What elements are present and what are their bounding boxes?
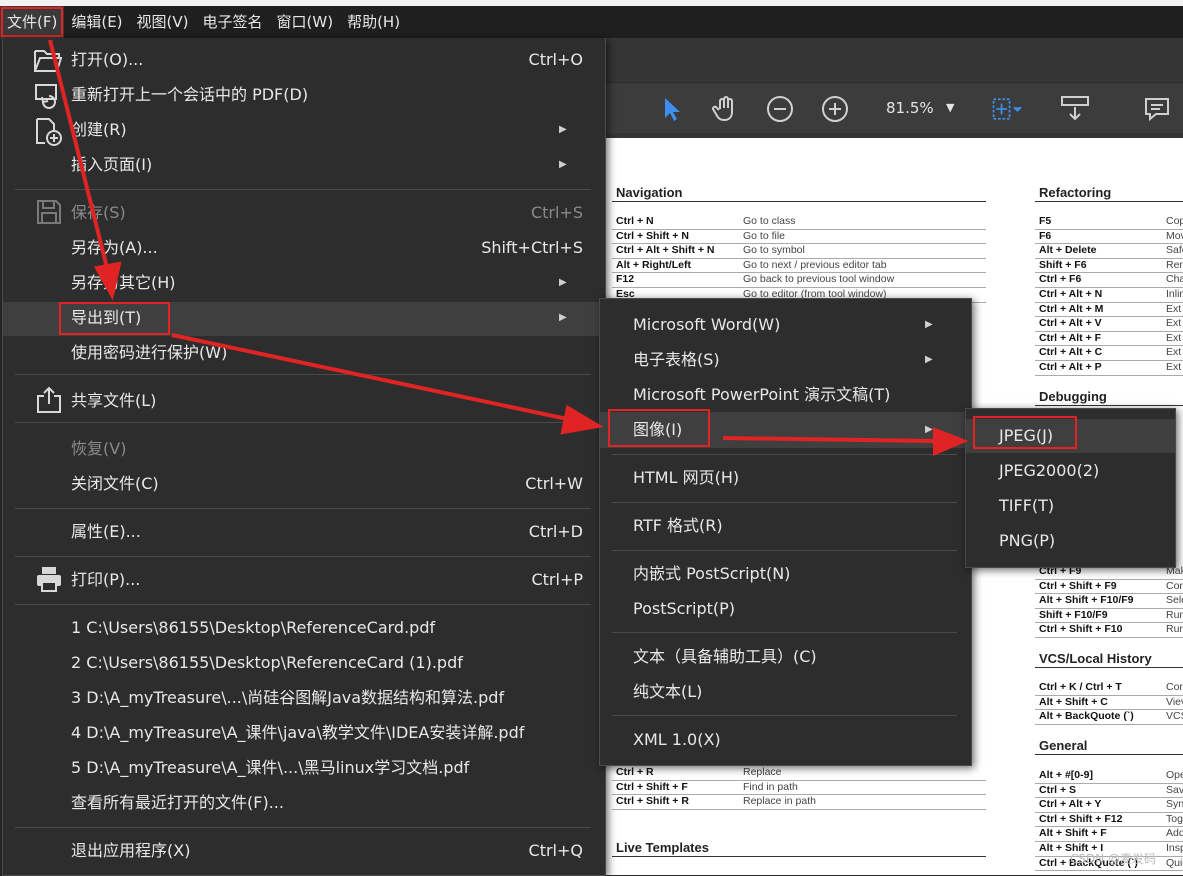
annotation-arrow [722,436,936,443]
annotation-arrowhead [560,404,604,435]
annotation-arrow [171,333,573,422]
annotation-arrowhead [933,427,969,457]
annotation-arrow [48,39,110,273]
annotation-arrowhead [93,261,122,301]
annotation-arrows [48,39,969,457]
